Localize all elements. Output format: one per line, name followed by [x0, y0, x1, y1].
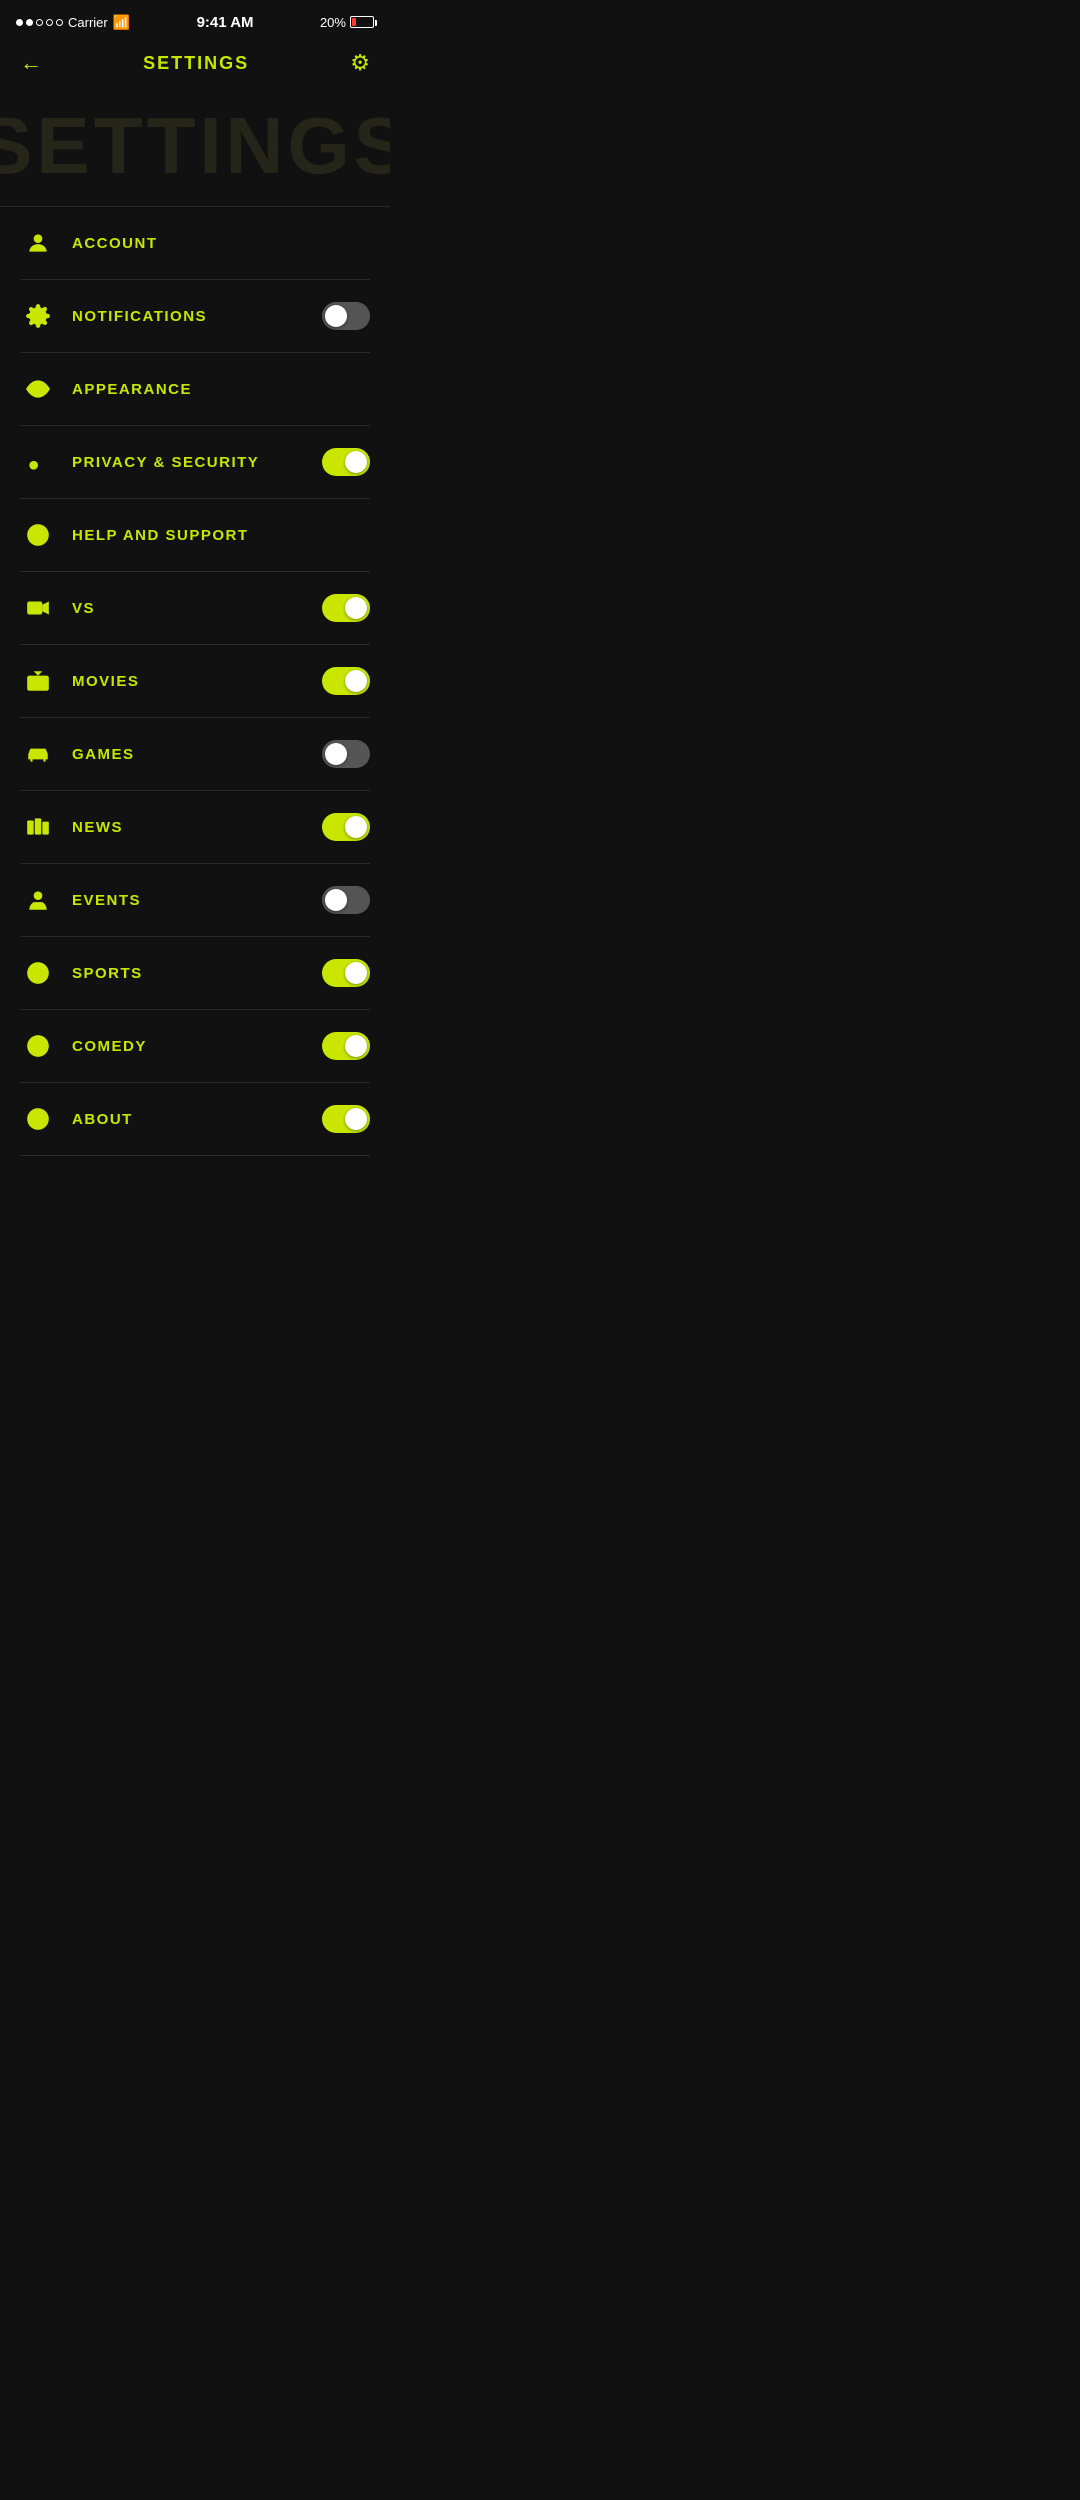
header: ← SETTINGS ⚙: [0, 40, 390, 86]
camera-icon: [20, 590, 56, 626]
notifications-toggle-knob: [325, 305, 347, 327]
gear-icon[interactable]: ⚙: [350, 50, 370, 76]
battery-fill: [352, 18, 356, 26]
books-icon: [20, 809, 56, 845]
settings-item-events[interactable]: EVENTS: [20, 864, 370, 937]
back-button[interactable]: ←: [20, 50, 42, 76]
carrier-label: Carrier: [68, 15, 108, 30]
account-label: ACCOUNT: [72, 235, 370, 252]
status-time: 9:41 AM: [197, 14, 254, 31]
games-toggle-knob: [325, 743, 347, 765]
notifications-toggle[interactable]: [322, 302, 370, 330]
privacy-label: PRIVACY & SECURITY: [72, 454, 306, 471]
flag-icon: [20, 882, 56, 918]
bg-text-label: SETTINGS: [0, 100, 390, 192]
settings-list: ACCOUNT NOTIFICATIONS APPEARANCE PRIVACY & …: [0, 206, 390, 1156]
status-bar: Carrier 📶 9:41 AM 20%: [0, 0, 390, 40]
settings-item-account[interactable]: ACCOUNT: [20, 207, 370, 280]
settings-item-about[interactable]: ABOUT: [20, 1083, 370, 1156]
dot2: [26, 19, 33, 26]
wifi-icon: 📶: [113, 14, 130, 31]
sports-toggle[interactable]: [322, 959, 370, 987]
dot4: [46, 19, 53, 26]
news-toggle[interactable]: [322, 813, 370, 841]
settings-item-appearance[interactable]: APPEARANCE: [20, 353, 370, 426]
movies-label: MOVIES: [72, 673, 306, 690]
about-label: ABOUT: [72, 1111, 306, 1128]
sports-toggle-knob: [345, 962, 367, 984]
about-toggle[interactable]: [322, 1105, 370, 1133]
events-label: EVENTS: [72, 892, 306, 909]
events-toggle[interactable]: [322, 886, 370, 914]
settings-item-help[interactable]: HELP AND SUPPORT: [20, 499, 370, 572]
comedy-toggle-knob: [345, 1035, 367, 1057]
vs-toggle[interactable]: [322, 594, 370, 622]
person-icon: [20, 225, 56, 261]
about-toggle-knob: [345, 1108, 367, 1130]
vs-toggle-knob: [345, 597, 367, 619]
sports-label: SPORTS: [72, 965, 306, 982]
appearance-label: APPEARANCE: [72, 381, 370, 398]
games-toggle[interactable]: [322, 740, 370, 768]
info-icon: [20, 1101, 56, 1137]
movies-toggle[interactable]: [322, 667, 370, 695]
settings-item-notifications[interactable]: NOTIFICATIONS: [20, 280, 370, 353]
support-icon: [20, 517, 56, 553]
dot3: [36, 19, 43, 26]
smile-icon: [20, 1028, 56, 1064]
battery-icon: [350, 16, 374, 28]
bg-watermark: SETTINGS: [0, 86, 390, 206]
help-label: HELP AND SUPPORT: [72, 527, 370, 544]
settings-item-games[interactable]: GAMES: [20, 718, 370, 791]
comedy-label: COMEDY: [72, 1038, 306, 1055]
news-label: NEWS: [72, 819, 306, 836]
key-icon: [20, 444, 56, 480]
settings-item-vs[interactable]: VS: [20, 572, 370, 645]
vs-label: VS: [72, 600, 306, 617]
comedy-toggle[interactable]: [322, 1032, 370, 1060]
status-right: 20%: [320, 15, 374, 30]
games-label: GAMES: [72, 746, 306, 763]
settings-item-news[interactable]: NEWS: [20, 791, 370, 864]
soccer-icon: [20, 955, 56, 991]
status-left: Carrier 📶: [16, 14, 130, 31]
tv-icon: [20, 663, 56, 699]
signal-dots: [16, 19, 63, 26]
privacy-toggle[interactable]: [322, 448, 370, 476]
car-icon: [20, 736, 56, 772]
news-toggle-knob: [345, 816, 367, 838]
eye-icon: [20, 371, 56, 407]
gear-icon: [20, 298, 56, 334]
settings-item-sports[interactable]: SPORTS: [20, 937, 370, 1010]
dot1: [16, 19, 23, 26]
page-title: SETTINGS: [143, 53, 249, 74]
settings-item-movies[interactable]: MOVIES: [20, 645, 370, 718]
notifications-label: NOTIFICATIONS: [72, 308, 306, 325]
dot5: [56, 19, 63, 26]
settings-item-privacy[interactable]: PRIVACY & SECURITY: [20, 426, 370, 499]
settings-item-comedy[interactable]: COMEDY: [20, 1010, 370, 1083]
movies-toggle-knob: [345, 670, 367, 692]
events-toggle-knob: [325, 889, 347, 911]
privacy-toggle-knob: [345, 451, 367, 473]
battery-percent: 20%: [320, 15, 346, 30]
